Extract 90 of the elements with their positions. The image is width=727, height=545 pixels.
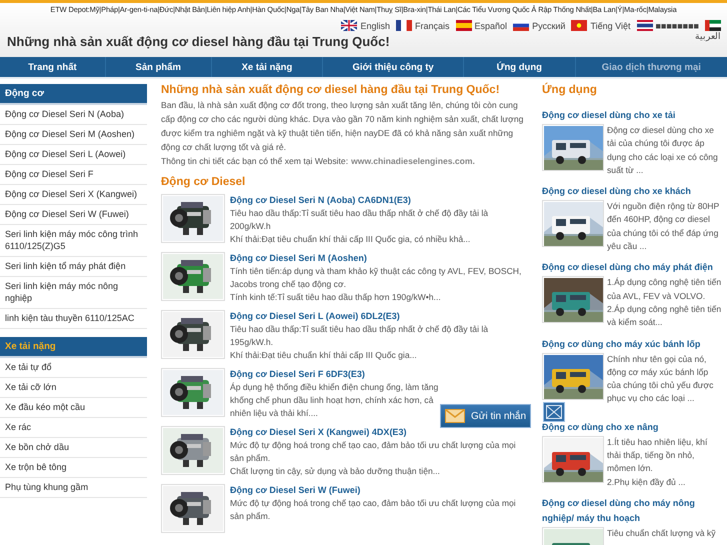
application-description: Tiêu chuẩn chất lượng và kỹ (607, 528, 716, 538)
flag-icon (396, 20, 412, 31)
thumbnail-frame[interactable] (161, 426, 225, 475)
thumbnail-frame[interactable] (161, 194, 225, 243)
product-link[interactable]: Động cơ Diesel Seri X (Kangwei) 4DX(E3) (230, 426, 527, 439)
application-link[interactable]: Động cơ diesel dùng cho máy nông nghiệp/ máy thu hoạch (542, 496, 722, 526)
product-link[interactable]: Động cơ Diesel Seri M (Aoshen) (230, 252, 527, 265)
sidebar-link[interactable]: Xe tải cỡ lớn (0, 378, 147, 398)
application-link[interactable]: Động cơ diesel dùng cho máy phát điện (542, 260, 722, 276)
sidebar-link[interactable]: Seri linh kiện máy móc nông nghiệp (0, 277, 147, 309)
section-heading: Động cơ Diesel (161, 176, 246, 188)
send-message-button[interactable]: Gửi tin nhắn (440, 404, 532, 428)
application-description: 1.Áp dụng công nghệ tiên tiến của AVL, FEV và VOLVO. 2.Áp dụng công nghê tiên tiến và kiểm soát... (607, 277, 722, 328)
product-description: Mức độ tự động hoá trong chế tạo cao, đảm bảo tối ưu chất lượng của mọi sản phẩm. (230, 439, 517, 465)
thumbnail-frame[interactable] (161, 310, 225, 359)
sidebar-link[interactable]: Động cơ Diesel Seri L (Aowei) (0, 145, 147, 165)
close-button[interactable] (543, 402, 565, 422)
sidebar-link[interactable]: Động cơ Diesel Seri F (0, 165, 147, 185)
language-link[interactable]: Español (456, 20, 508, 31)
product-description: Tính tiên tiến:áp dụng và tham khảo kỹ thuật các công ty AVL, FEV, BOSCH, Jacobs trong chế tạo động cơ. (230, 265, 522, 291)
product-link[interactable]: Động cơ Diesel Seri W (Fuwei) (230, 484, 527, 497)
product-description: nhiên liệu và thải khí.... (230, 407, 319, 420)
flag-icon (341, 20, 358, 31)
product-description: Tiêu hao dầu thấp:Tỉ suất tiêu hao dầu thấp nhất ở chế độ đầy tải là 200g/kW.h (230, 207, 490, 233)
thumbnail-frame[interactable] (542, 200, 604, 248)
nav-tab[interactable]: Giao dịch thương mại (576, 57, 727, 77)
thumbnail-frame[interactable] (542, 352, 604, 400)
language-link[interactable]: العربية (695, 31, 721, 41)
application-description: Động cơ diesel dùng cho xe tải của chúng tôi được áp dụng cho các loại xe có công suất từ ... (607, 125, 718, 175)
sidebar-link[interactable]: Động cơ Diesel Seri N (Aoba) (0, 105, 147, 125)
product-description: Khí thải:Đạt tiêu chuẩn khí thải cấp III Quốc gia, có nhiều khả... (230, 233, 472, 246)
sidebar-link[interactable]: Động cơ Diesel Seri W (Fuwei) (0, 205, 147, 225)
product-link[interactable]: Động cơ Diesel Seri N (Aoba) CA6DN1(E3) (230, 194, 527, 207)
intro-heading: Những nhà sản xuất động cơ diesel hàng đầu tại Trung Quốc! (161, 84, 501, 96)
sidebar-link[interactable]: Xe đầu kéo một cầu (0, 398, 147, 418)
application-link[interactable]: Động cơ dùng cho xe nâng (542, 420, 722, 435)
nav-tab[interactable]: Trang nhất (0, 57, 106, 77)
language-link[interactable]: Русский (513, 20, 566, 31)
sidebar-link[interactable]: Xe trộn bê tông (0, 458, 147, 478)
nav-tab[interactable]: Ứng dụng (464, 57, 576, 77)
product-description: Chất lượng tin cậy, sử dụng và bảo dưỡng thuận tiện... (230, 465, 441, 478)
application-link[interactable]: Động cơ diesel dùng cho xe tải (542, 108, 722, 123)
application-description: Với nguồn điện rộng từ 80HP đến 460HP, động cơ diesel của chúng tôi có thể đáp ứng yêu cầu ... (607, 201, 720, 252)
thumbnail-frame[interactable] (542, 436, 604, 483)
envelope-icon (445, 409, 465, 423)
sidebar-heading[interactable]: Động cơ (0, 84, 147, 105)
product-description: Áp dụng hệ thống điều khiển điện chung ống, làm tăng (230, 381, 438, 394)
sidebar-link[interactable]: Seri linh kiện máy móc công trình 6110/125(Z)G5 (0, 225, 147, 257)
thumbnail-frame[interactable] (542, 276, 604, 324)
flag-icon (705, 20, 721, 31)
thumbnail-frame[interactable] (542, 124, 604, 171)
sidebar-link[interactable]: Phụ tùng khung gầm (0, 478, 147, 498)
site-title: Những nhà sản xuất động cơ diesel hàng đầu tại Trung Quốc! (7, 34, 390, 49)
website-label: Thông tin chi tiết các bạn có thể xem tại Website: (161, 155, 348, 168)
product-description: Mức độ tự động hoá trong chế tạo cao, đảm bảo tối ưu chất lượng của mọi sản phẩm. (230, 497, 517, 523)
sidebar-link[interactable]: Động cơ Diesel Seri M (Aoshen) (0, 125, 147, 145)
flag-icon (513, 20, 530, 31)
language-link[interactable]: Français (396, 20, 450, 31)
nav-tab[interactable]: Sản phẩm (106, 57, 212, 77)
application-description: 1.Ít tiêu hao nhiên liệu, khí thải thấp, tiếng ồn nhỏ, mômen lớn. 2.Phụ kiện đầy đủ ... (607, 436, 708, 487)
sidebar-link[interactable]: Xe rác (0, 418, 147, 438)
thumbnail-frame[interactable] (161, 252, 225, 301)
sidebar-link[interactable]: Xe bồn chở dầu (0, 438, 147, 458)
application-description: Chính như tên gọi của nó, động cơ máy xúc bánh lốp của chúng tôi chủ yếu được phục vụ cho các loại ... (607, 354, 714, 404)
application-link[interactable]: Động cơ diesel dùng cho xe khách (542, 184, 722, 200)
sidebar-link[interactable]: Xe tải tự đổ (0, 358, 147, 378)
thumbnail-frame[interactable] (161, 368, 225, 417)
language-link[interactable]: ■■■■■■■■ (636, 20, 699, 31)
sidebar-heading[interactable]: Xe tải nặng (0, 337, 147, 358)
flag-icon (636, 20, 652, 31)
thumbnail-frame[interactable] (161, 484, 225, 533)
product-description: Khí thải:Đạt tiêu chuẩn khí thải cấp III Quốc gia... (230, 349, 418, 362)
sidebar-link[interactable]: Seri linh kiện tổ máy phát điện (0, 257, 147, 277)
nav-tab[interactable]: Xe tải nặng (212, 57, 324, 77)
language-link[interactable]: Tiếng Việt (571, 20, 630, 31)
product-link[interactable]: Động cơ Diesel Seri F 6DF3(E3) (230, 368, 438, 381)
sidebar-link[interactable]: Động cơ Diesel Seri X (Kangwei) (0, 185, 147, 205)
product-description: Tiêu hao dầu thấp:Tỉ suất tiêu hao dầu thấp nhất ở chế độ đầy tải là 195g/kW.h. (230, 323, 490, 349)
product-description: khống chế phun dầu linh hoạt hơn, chính xác hơn, cả (230, 394, 434, 407)
intro-text: Ban đầu, là nhà sản xuất động cơ đốt trong, theo lượng sản xuất tăng lên, chúng tôi còn cung cấp động cơ cho các người dùng khác. Dựa vào gần 70 năm kinh nghiệm sản xuất, chất lượng được kiểm tra nghiêm ngặt và kỹ thuật tiên tiến, hiện nayDE đã có khả năng sản xuất những động cơ chất lượng tốt và giá rẻ. (161, 99, 524, 154)
nav-tab[interactable]: Giới thiệu công ty (323, 57, 464, 77)
website-link[interactable]: www.chinadieselengines.com. (351, 154, 475, 168)
product-link[interactable]: Động cơ Diesel Seri L (Aowei) 6DL2(E3) (230, 310, 527, 323)
application-link[interactable]: Động cơ dùng cho máy xúc bánh lốp (542, 336, 722, 352)
language-link[interactable]: English (341, 20, 390, 31)
flag-icon (571, 20, 588, 31)
product-description: Tính kinh tế:Tỉ suất tiêu hao dầu thấp hơn 190g/kW•h... (230, 291, 442, 304)
section-heading: Ứng dụng (542, 84, 598, 96)
flag-icon (456, 20, 472, 31)
sidebar-link[interactable]: linh kiện tàu thuyền 6110/125AC (0, 309, 147, 329)
